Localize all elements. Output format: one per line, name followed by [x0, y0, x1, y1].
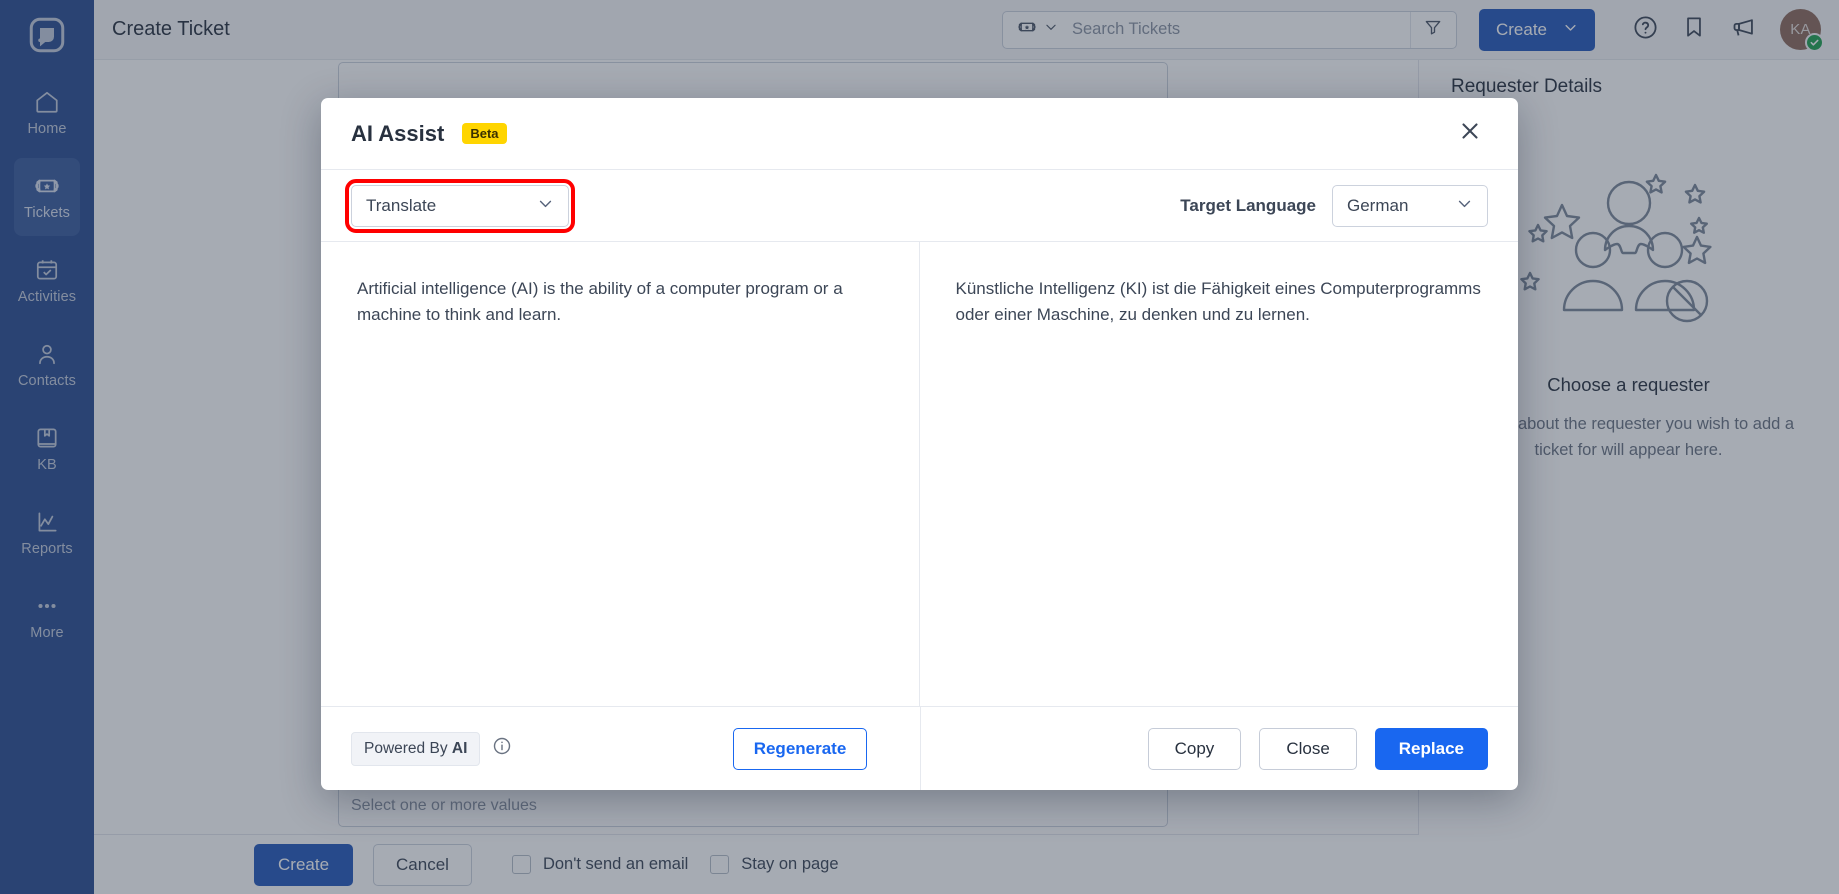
- ai-assist-modal: AI Assist Beta Translate Target Language…: [321, 98, 1518, 790]
- regenerate-button[interactable]: Regenerate: [732, 727, 868, 770]
- replace-button[interactable]: Replace: [1374, 727, 1488, 770]
- target-language-group: Target Language German: [1180, 184, 1488, 227]
- modal-body: Artificial intelligence (AI) is the abil…: [321, 242, 1518, 706]
- info-icon[interactable]: [492, 736, 512, 761]
- powered-by-badge: Powered By AI: [351, 731, 481, 766]
- modal-title: AI Assist: [351, 120, 445, 146]
- ai-action-select[interactable]: Translate: [345, 178, 575, 233]
- result-text-pane[interactable]: Künstliche Intelligenz (KI) ist die Fähi…: [920, 242, 1519, 706]
- close-modal-button[interactable]: Close: [1259, 727, 1357, 770]
- app-root: Home Tickets Activities Contacts KB Repo…: [0, 0, 1839, 894]
- target-language-value: German: [1347, 195, 1409, 215]
- close-button[interactable]: [1452, 116, 1488, 152]
- modal-controls: Translate Target Language German: [321, 170, 1518, 242]
- target-language-label: Target Language: [1180, 195, 1316, 215]
- close-icon: [1457, 118, 1483, 149]
- source-text-pane[interactable]: Artificial intelligence (AI) is the abil…: [321, 242, 920, 706]
- powered-by-brand: AI: [451, 739, 468, 757]
- powered-by-prefix: Powered By: [364, 739, 452, 757]
- chevron-down-icon: [537, 195, 554, 217]
- beta-badge: Beta: [462, 123, 507, 144]
- ai-action-select-value: Translate: [366, 195, 437, 215]
- modal-footer: Powered By AI Regenerate Copy Close Repl…: [321, 706, 1518, 790]
- target-language-select[interactable]: German: [1332, 184, 1488, 227]
- footer-right-actions: Copy Close Replace: [1147, 727, 1488, 770]
- modal-header: AI Assist Beta: [321, 98, 1518, 170]
- powered-by-group: Powered By AI: [351, 731, 512, 766]
- copy-button[interactable]: Copy: [1147, 727, 1242, 770]
- chevron-down-icon: [1456, 195, 1473, 217]
- footer-divider: [919, 707, 921, 790]
